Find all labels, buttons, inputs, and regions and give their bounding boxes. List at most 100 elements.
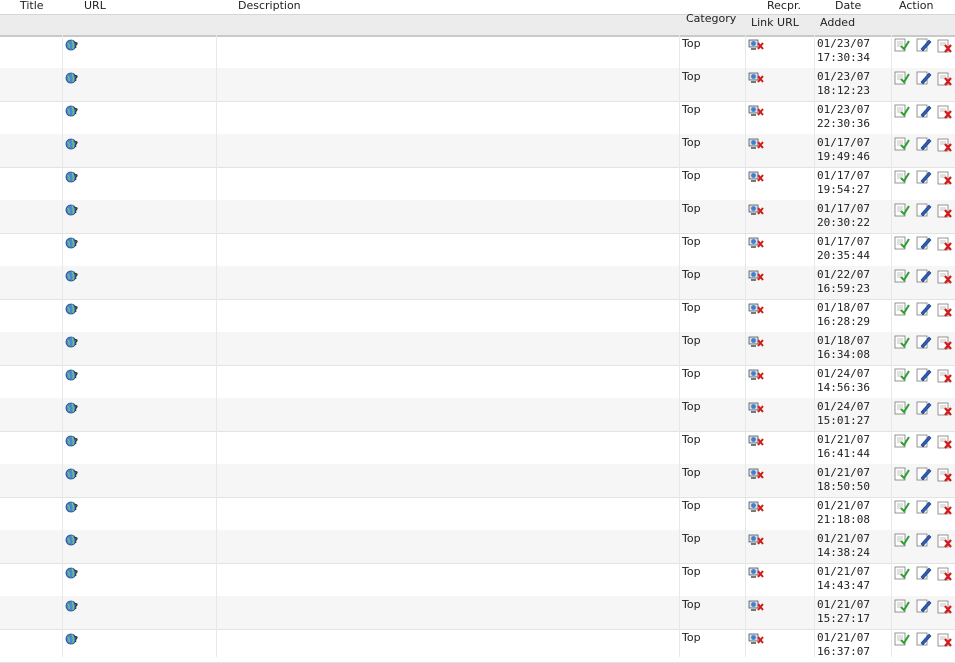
edit-icon[interactable]	[916, 71, 932, 85]
edit-icon[interactable]	[916, 137, 932, 151]
recpr-link-icon[interactable]	[748, 599, 764, 613]
edit-icon[interactable]	[916, 104, 932, 118]
url-preview-icon[interactable]: ?	[65, 467, 79, 481]
url-preview-icon[interactable]: ?	[65, 335, 79, 349]
delete-icon[interactable]	[937, 501, 953, 515]
url-preview-icon[interactable]: ?	[65, 500, 79, 514]
recpr-link-icon[interactable]	[748, 170, 764, 184]
url-preview-icon[interactable]: ?	[65, 599, 79, 613]
edit-icon[interactable]	[916, 434, 932, 448]
edit-icon[interactable]	[916, 632, 932, 646]
approve-icon[interactable]	[894, 599, 910, 613]
recpr-link-icon[interactable]	[748, 533, 764, 547]
url-preview-icon[interactable]: ?	[65, 632, 79, 646]
recpr-link-icon[interactable]	[748, 566, 764, 580]
column-date-header-line2[interactable]: Added	[820, 16, 855, 29]
delete-icon[interactable]	[937, 72, 953, 86]
approve-icon[interactable]	[894, 566, 910, 580]
delete-icon[interactable]	[937, 336, 953, 350]
recpr-link-icon[interactable]	[748, 38, 764, 52]
url-preview-icon[interactable]: ?	[65, 566, 79, 580]
recpr-link-icon[interactable]	[748, 203, 764, 217]
recpr-link-icon[interactable]	[748, 434, 764, 448]
approve-icon[interactable]	[894, 467, 910, 481]
approve-icon[interactable]	[894, 104, 910, 118]
url-preview-icon[interactable]: ?	[65, 269, 79, 283]
approve-icon[interactable]	[894, 434, 910, 448]
approve-icon[interactable]	[894, 71, 910, 85]
column-date-header-line1[interactable]: Date	[835, 0, 861, 12]
url-preview-icon[interactable]: ?	[65, 137, 79, 151]
approve-icon[interactable]	[894, 269, 910, 283]
recpr-link-icon[interactable]	[748, 137, 764, 151]
approve-icon[interactable]	[894, 38, 910, 52]
approve-icon[interactable]	[894, 170, 910, 184]
edit-icon[interactable]	[916, 500, 932, 514]
delete-icon[interactable]	[937, 369, 953, 383]
url-preview-icon[interactable]: ?	[65, 38, 79, 52]
url-preview-icon[interactable]: ?	[65, 71, 79, 85]
recpr-link-icon[interactable]	[748, 368, 764, 382]
recpr-link-icon[interactable]	[748, 335, 764, 349]
recpr-link-icon[interactable]	[748, 632, 764, 646]
recpr-link-icon[interactable]	[748, 401, 764, 415]
column-category-header[interactable]: Category	[686, 12, 736, 25]
approve-icon[interactable]	[894, 203, 910, 217]
delete-icon[interactable]	[937, 39, 953, 53]
edit-icon[interactable]	[916, 269, 932, 283]
column-recpr-header-line1[interactable]: Recpr.	[767, 0, 801, 12]
delete-icon[interactable]	[937, 171, 953, 185]
edit-icon[interactable]	[916, 38, 932, 52]
url-preview-icon[interactable]: ?	[65, 236, 79, 250]
url-preview-icon[interactable]: ?	[65, 203, 79, 217]
delete-icon[interactable]	[937, 204, 953, 218]
delete-icon[interactable]	[937, 237, 953, 251]
delete-icon[interactable]	[937, 633, 953, 647]
url-preview-icon[interactable]: ?	[65, 434, 79, 448]
edit-icon[interactable]	[916, 170, 932, 184]
column-url-header[interactable]: URL	[84, 0, 106, 12]
approve-icon[interactable]	[894, 401, 910, 415]
edit-icon[interactable]	[916, 335, 932, 349]
delete-icon[interactable]	[937, 105, 953, 119]
recpr-link-icon[interactable]	[748, 269, 764, 283]
approve-icon[interactable]	[894, 302, 910, 316]
approve-icon[interactable]	[894, 533, 910, 547]
edit-icon[interactable]	[916, 203, 932, 217]
delete-icon[interactable]	[937, 567, 953, 581]
approve-icon[interactable]	[894, 632, 910, 646]
edit-icon[interactable]	[916, 401, 932, 415]
edit-icon[interactable]	[916, 566, 932, 580]
column-recpr-header-line2[interactable]: Link URL	[751, 16, 799, 29]
approve-icon[interactable]	[894, 368, 910, 382]
edit-icon[interactable]	[916, 368, 932, 382]
url-preview-icon[interactable]: ?	[65, 104, 79, 118]
url-preview-icon[interactable]: ?	[65, 170, 79, 184]
url-preview-icon[interactable]: ?	[65, 302, 79, 316]
recpr-link-icon[interactable]	[748, 500, 764, 514]
recpr-link-icon[interactable]	[748, 236, 764, 250]
edit-icon[interactable]	[916, 467, 932, 481]
url-preview-icon[interactable]: ?	[65, 368, 79, 382]
delete-icon[interactable]	[937, 402, 953, 416]
delete-icon[interactable]	[937, 270, 953, 284]
url-preview-icon[interactable]: ?	[65, 533, 79, 547]
recpr-link-icon[interactable]	[748, 71, 764, 85]
delete-icon[interactable]	[937, 600, 953, 614]
delete-icon[interactable]	[937, 138, 953, 152]
delete-icon[interactable]	[937, 468, 953, 482]
recpr-link-icon[interactable]	[748, 467, 764, 481]
delete-icon[interactable]	[937, 435, 953, 449]
url-preview-icon[interactable]: ?	[65, 401, 79, 415]
delete-icon[interactable]	[937, 303, 953, 317]
delete-icon[interactable]	[937, 534, 953, 548]
approve-icon[interactable]	[894, 500, 910, 514]
recpr-link-icon[interactable]	[748, 302, 764, 316]
approve-icon[interactable]	[894, 236, 910, 250]
edit-icon[interactable]	[916, 599, 932, 613]
approve-icon[interactable]	[894, 137, 910, 151]
column-title-header[interactable]: Title	[20, 0, 44, 12]
recpr-link-icon[interactable]	[748, 104, 764, 118]
approve-icon[interactable]	[894, 335, 910, 349]
edit-icon[interactable]	[916, 236, 932, 250]
